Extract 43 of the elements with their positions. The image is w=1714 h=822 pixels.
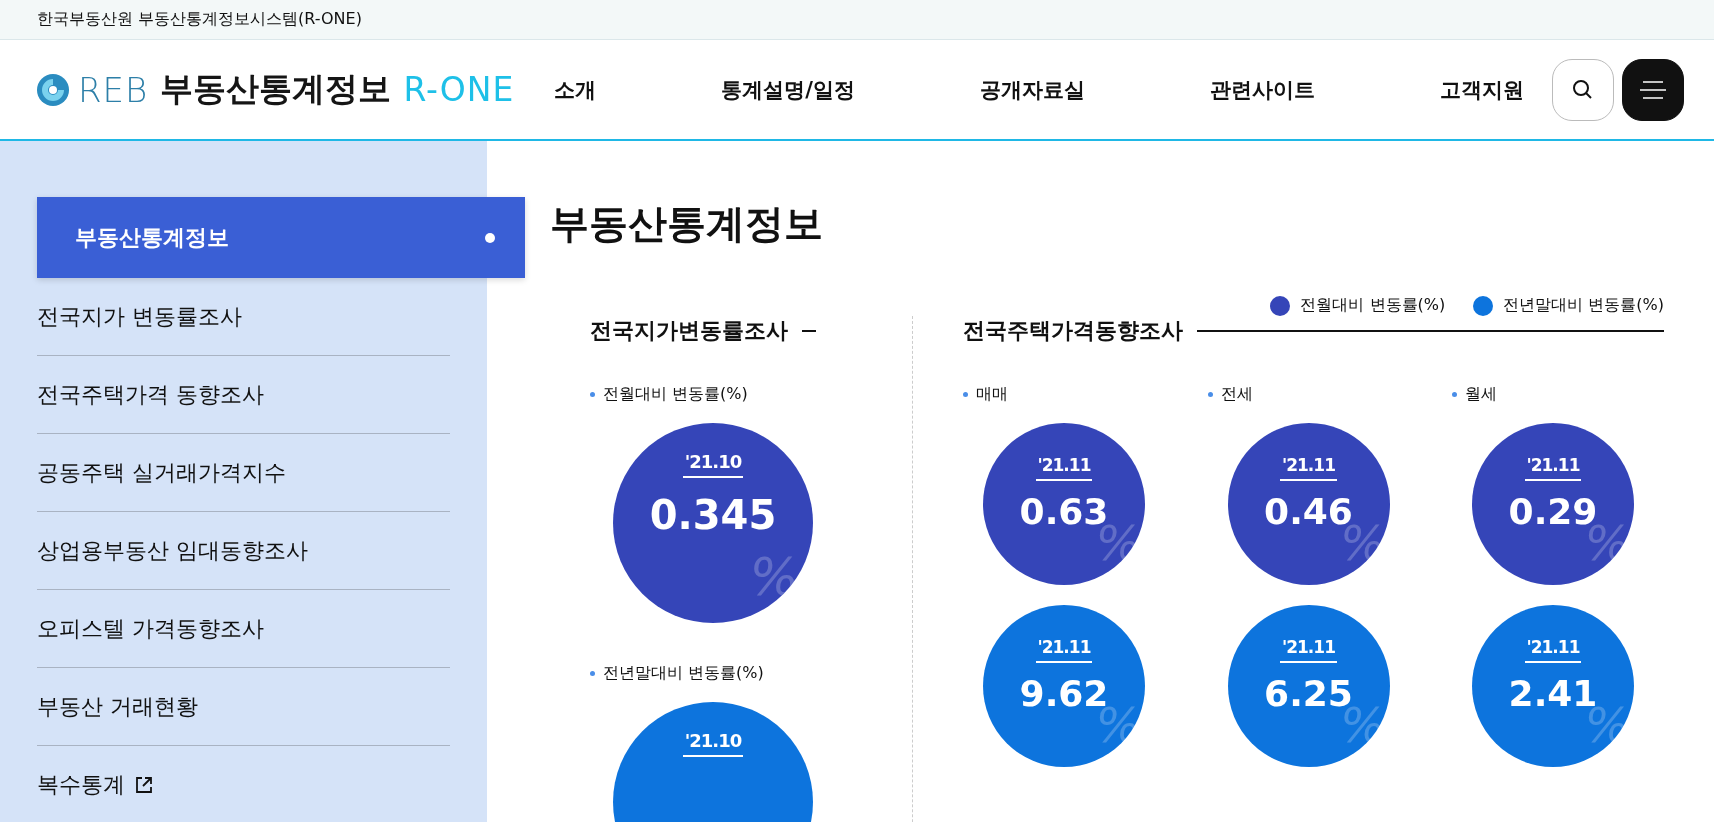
external-link-icon bbox=[135, 775, 153, 794]
menu-icon bbox=[1640, 80, 1666, 99]
stat-label: 전월대비 변동률(%) bbox=[590, 384, 880, 405]
active-dot-icon bbox=[485, 232, 495, 243]
stat-date: '21.11 bbox=[1280, 633, 1337, 663]
swirl-logo-icon bbox=[36, 72, 70, 107]
stat-date: '21.11 bbox=[1524, 451, 1582, 481]
logo-title-text: 부동산통계정보 bbox=[160, 68, 392, 110]
stat-label: 전세 bbox=[1207, 384, 1388, 405]
site-title-text: 한국부동산원 부동산통계정보시스템(R-ONE) bbox=[37, 9, 362, 30]
stat-label: 전년말대비 변동률(%) bbox=[590, 663, 880, 684]
stat-date: '21.11 bbox=[1035, 451, 1093, 481]
nav-link[interactable]: 소개 bbox=[554, 75, 597, 104]
legend-label: 전년말대비 변동률(%) bbox=[1503, 295, 1664, 316]
section-title: 전국지가변동률조사 bbox=[590, 317, 788, 345]
sidebar-item[interactable]: 전국주택가격 동향조사 bbox=[37, 356, 450, 434]
logo-brand-text: R-ONE bbox=[403, 70, 515, 109]
section-title: 전국주택가격동향조사 bbox=[963, 317, 1183, 345]
page-title: 부동산통계정보 bbox=[550, 200, 823, 248]
legend-label: 전월대비 변동률(%) bbox=[1300, 295, 1446, 316]
stat-date: '21.10 bbox=[682, 726, 744, 757]
nav-link[interactable]: 고객지원 bbox=[1440, 75, 1524, 104]
stat-date: '21.11 bbox=[1280, 451, 1337, 481]
stat-date: '21.11 bbox=[1524, 633, 1582, 663]
stat-label: 매매 bbox=[963, 384, 1143, 405]
menu-button[interactable] bbox=[1622, 58, 1684, 121]
sidebar-item[interactable]: 복수통계 bbox=[37, 746, 450, 822]
stat-value: 0.345 bbox=[649, 492, 777, 538]
sidebar-item[interactable]: 공동주택 실거래가격지수 bbox=[37, 434, 450, 512]
logo-mark-text: REB bbox=[78, 69, 149, 110]
nav-link[interactable]: 공개자료실 bbox=[980, 75, 1085, 104]
stat-date: '21.10 bbox=[682, 447, 744, 478]
sidebar-item[interactable]: 부동산 거래현황 bbox=[37, 668, 450, 746]
nav-link[interactable]: 통계설명/일정 bbox=[721, 75, 855, 104]
stat-date: '21.11 bbox=[1035, 633, 1093, 663]
stat-label: 월세 bbox=[1452, 384, 1632, 405]
sidebar-item[interactable]: 오피스텔 가격동향조사 bbox=[37, 590, 450, 668]
site-logo[interactable]: REB 부동산통계정보 R-ONE bbox=[36, 67, 515, 112]
nav-link[interactable]: 관련사이트 bbox=[1210, 75, 1315, 104]
sidebar-item[interactable]: 전국지가 변동률조사 bbox=[37, 278, 450, 356]
sidebar-item[interactable]: 상업용부동산 임대동향조사 bbox=[37, 512, 450, 590]
search-button[interactable] bbox=[1552, 58, 1614, 121]
sidebar-item[interactable]: 부동산통계정보 bbox=[37, 197, 525, 278]
